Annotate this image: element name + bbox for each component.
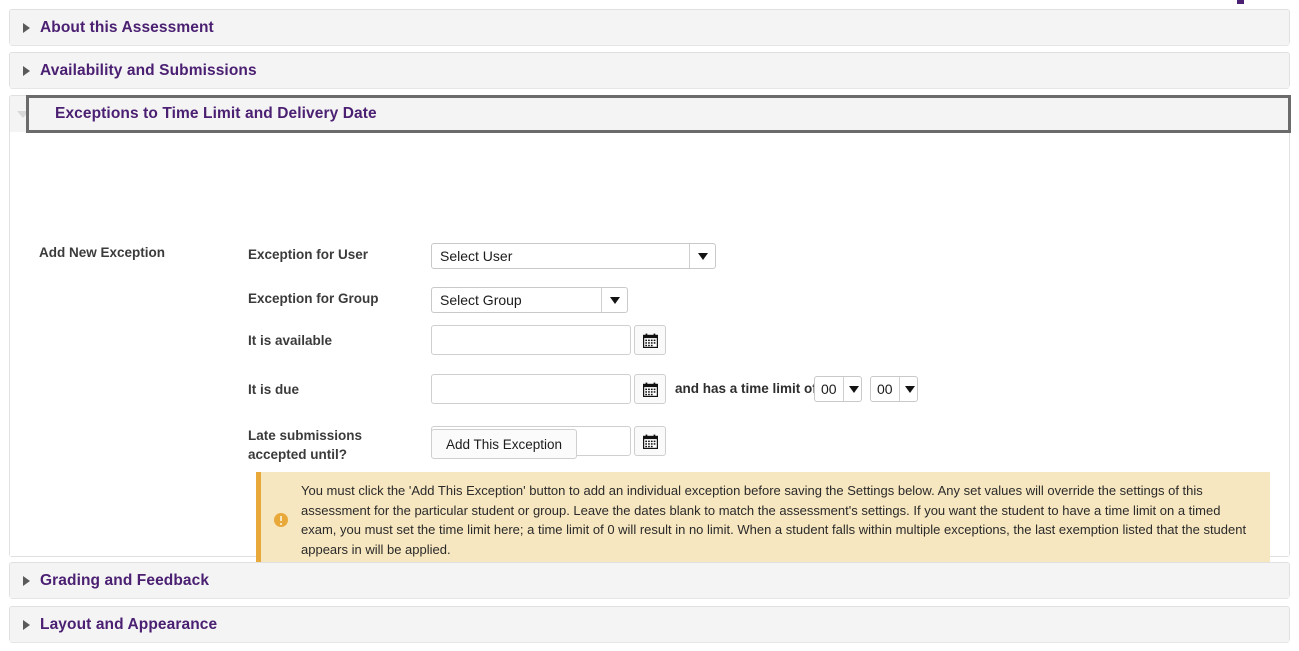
triangle-right-icon bbox=[23, 575, 30, 586]
label-late-submissions-line-1: Late submissions bbox=[248, 428, 363, 443]
accordion-title-layout-and-appearance: Layout and Appearance bbox=[40, 615, 218, 633]
datepicker-it-is-due bbox=[431, 374, 671, 404]
exceptions-panel-body: Add New Exception Exception for User Sel… bbox=[10, 133, 1289, 568]
select-time-limit-hours-value: 00 bbox=[821, 381, 837, 397]
accordion-header-about-this-assessment[interactable]: About this Assessment bbox=[10, 10, 1289, 46]
accordion-title-about-this-assessment: About this Assessment bbox=[40, 18, 214, 36]
datepicker-it-is-available bbox=[431, 325, 671, 355]
select-exception-for-user-value: Select User bbox=[440, 248, 513, 264]
panel-availability-and-submissions: Availability and Submissions bbox=[9, 52, 1290, 89]
accordion-header-availability-and-submissions[interactable]: Availability and Submissions bbox=[10, 53, 1289, 89]
panel-grading-and-feedback: Grading and Feedback bbox=[9, 562, 1290, 599]
dropdown-arrow-icon bbox=[689, 244, 715, 268]
warning-circle-icon bbox=[261, 513, 301, 527]
triangle-right-icon bbox=[23, 65, 30, 76]
accordion-header-layout-and-appearance[interactable]: Layout and Appearance bbox=[10, 607, 1289, 643]
field-row-it-is-available: It is available bbox=[248, 325, 948, 357]
field-row-exception-for-group: Exception for Group Select Group bbox=[248, 287, 868, 315]
label-it-is-due: It is due bbox=[248, 382, 300, 397]
select-time-limit-minutes[interactable]: 00 bbox=[870, 376, 918, 402]
exception-warning-text: You must click the 'Add This Exception' … bbox=[301, 483, 1247, 557]
select-time-limit-minutes-value: 00 bbox=[877, 381, 893, 397]
accordion-header-exceptions-to-time-limit-and-delivery-date[interactable]: Exceptions to Time Limit and Delivery Da… bbox=[26, 95, 1291, 133]
label-late-submissions-accepted-until: Late submissions accepted until? bbox=[248, 426, 426, 464]
accordion-header-grading-and-feedback[interactable]: Grading and Feedback bbox=[10, 563, 1289, 599]
select-exception-for-group[interactable]: Select Group bbox=[431, 287, 628, 313]
add-this-exception-button[interactable]: Add This Exception bbox=[431, 429, 578, 459]
label-exception-for-group: Exception for Group bbox=[248, 291, 379, 306]
panel-exceptions-to-time-limit-and-delivery-date: Exceptions to Time Limit and Delivery Da… bbox=[9, 95, 1291, 568]
accordion-title-availability-and-submissions: Availability and Submissions bbox=[40, 61, 257, 79]
field-row-it-is-due: It is due and has a time limit of 00 00 bbox=[248, 374, 988, 406]
accordion-title-grading-and-feedback: Grading and Feedback bbox=[40, 571, 210, 589]
calendar-icon-button-it-is-due[interactable] bbox=[634, 374, 666, 404]
label-exception-for-user: Exception for User bbox=[248, 247, 369, 262]
field-row-exception-for-user: Exception for User Select User bbox=[248, 243, 868, 271]
date-input-it-is-due[interactable] bbox=[431, 374, 631, 404]
select-exception-for-group-value: Select Group bbox=[440, 292, 522, 308]
exception-warning-callout: You must click the 'Add This Exception' … bbox=[256, 472, 1270, 568]
accordion-title-exceptions-to-time-limit-and-delivery-date: Exceptions to Time Limit and Delivery Da… bbox=[55, 105, 377, 122]
settings-accordion-page: About this Assessment Availability and S… bbox=[0, 0, 1299, 651]
label-it-is-available: It is available bbox=[248, 333, 333, 348]
calendar-icon-button-late-submissions[interactable] bbox=[634, 426, 666, 456]
triangle-right-icon bbox=[23, 619, 30, 630]
date-input-it-is-available[interactable] bbox=[431, 325, 631, 355]
select-exception-for-user[interactable]: Select User bbox=[431, 243, 716, 269]
clipped-top-fragment bbox=[1237, 0, 1244, 4]
field-row-late-submissions: Late submissions accepted until? bbox=[248, 423, 948, 467]
select-time-limit-hours[interactable]: 00 bbox=[814, 376, 862, 402]
panel-about-this-assessment: About this Assessment bbox=[9, 9, 1290, 46]
dropdown-arrow-icon bbox=[601, 288, 627, 312]
calendar-icon-button-it-is-available[interactable] bbox=[634, 325, 666, 355]
dropdown-arrow-icon bbox=[898, 377, 921, 401]
label-late-submissions-line-2: accepted until? bbox=[248, 447, 348, 462]
panel-layout-and-appearance: Layout and Appearance bbox=[9, 606, 1290, 643]
add-new-exception-label: Add New Exception bbox=[39, 245, 166, 260]
dropdown-arrow-icon bbox=[842, 377, 865, 401]
time-limit-label: and has a time limit of bbox=[675, 381, 817, 396]
triangle-right-icon bbox=[23, 22, 30, 33]
